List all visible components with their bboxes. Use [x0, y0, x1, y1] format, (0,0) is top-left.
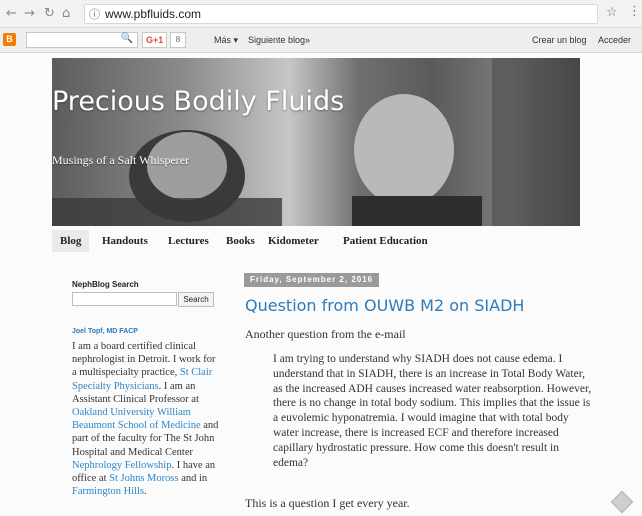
bookmark-star-icon[interactable]: ☆: [606, 5, 618, 20]
navbar-search-input[interactable]: 🔍: [26, 32, 138, 48]
tab-patient-education[interactable]: Patient Education: [343, 230, 428, 252]
author-name: Joel Topf, MD FACP: [72, 328, 138, 335]
blogger-navbar: B 🔍 G+1 8 Más ▾ Siguiente blog» Crear un…: [0, 28, 642, 53]
sidebar-search-input[interactable]: [72, 292, 177, 306]
post-title[interactable]: Question from OUWB M2 on SIADH: [245, 296, 524, 315]
post-intro: Another question from the e-mail: [245, 327, 406, 341]
home-icon[interactable]: ⌂: [62, 6, 70, 21]
browser-toolbar: ← → ↻ ⌂ ⓘ www.pbfluids.com ☆ ⋮: [0, 0, 642, 28]
post-date-header: Friday, September 2, 2016: [244, 273, 380, 287]
forward-arrow-icon[interactable]: →: [24, 6, 35, 21]
browser-menu-icon[interactable]: ⋮: [628, 4, 641, 19]
more-menu-link[interactable]: Más ▾: [214, 35, 238, 46]
link-nephrology-fellowship[interactable]: Nephrology Fellowship: [72, 460, 171, 471]
sidebar-search-button[interactable]: Search: [178, 292, 214, 307]
scroll-widget-icon[interactable]: [610, 490, 634, 514]
post-body-text: This is a question I get every year.: [245, 496, 410, 510]
tab-handouts[interactable]: Handouts: [102, 230, 148, 252]
url-text[interactable]: www.pbfluids.com: [105, 7, 201, 21]
site-info-icon[interactable]: ⓘ: [89, 6, 100, 22]
next-blog-link[interactable]: Siguiente blog»: [248, 35, 310, 45]
reload-icon[interactable]: ↻: [44, 6, 55, 21]
post-blockquote: I am trying to understand why SIADH does…: [273, 353, 592, 469]
tab-lectures[interactable]: Lectures: [168, 230, 209, 252]
sidebar-search-title: NephBlog Search: [72, 280, 139, 289]
address-bar[interactable]: ⓘ www.pbfluids.com: [84, 4, 598, 24]
link-oakland-university[interactable]: Oakland University William Beaumont Scho…: [72, 407, 201, 431]
create-blog-link[interactable]: Crear un blog: [532, 35, 587, 45]
tab-books[interactable]: Books: [226, 230, 255, 252]
blog-header-banner: Precious Bodily Fluids Musings of a Salt…: [52, 58, 580, 226]
blog-description: Musings of a Salt Whisperer: [52, 153, 190, 167]
header-photo: [52, 58, 580, 226]
google-plus-count: 8: [170, 32, 186, 48]
tab-kidometer[interactable]: Kidometer: [268, 230, 319, 252]
link-farmington-hills[interactable]: Farmington Hills: [72, 486, 144, 497]
author-bio: I am a board certified clinical nephrolo…: [72, 341, 219, 498]
search-icon[interactable]: 🔍: [121, 33, 133, 44]
back-arrow-icon[interactable]: ←: [6, 6, 17, 21]
blog-title[interactable]: Precious Bodily Fluids: [52, 86, 344, 117]
tab-blog[interactable]: Blog: [52, 230, 90, 252]
blogger-logo-icon[interactable]: B: [3, 33, 16, 46]
sign-in-link[interactable]: Acceder: [598, 35, 631, 45]
link-st-johns-moross[interactable]: St Johns Moross: [109, 473, 178, 484]
google-plus-button[interactable]: G+1: [142, 32, 168, 48]
